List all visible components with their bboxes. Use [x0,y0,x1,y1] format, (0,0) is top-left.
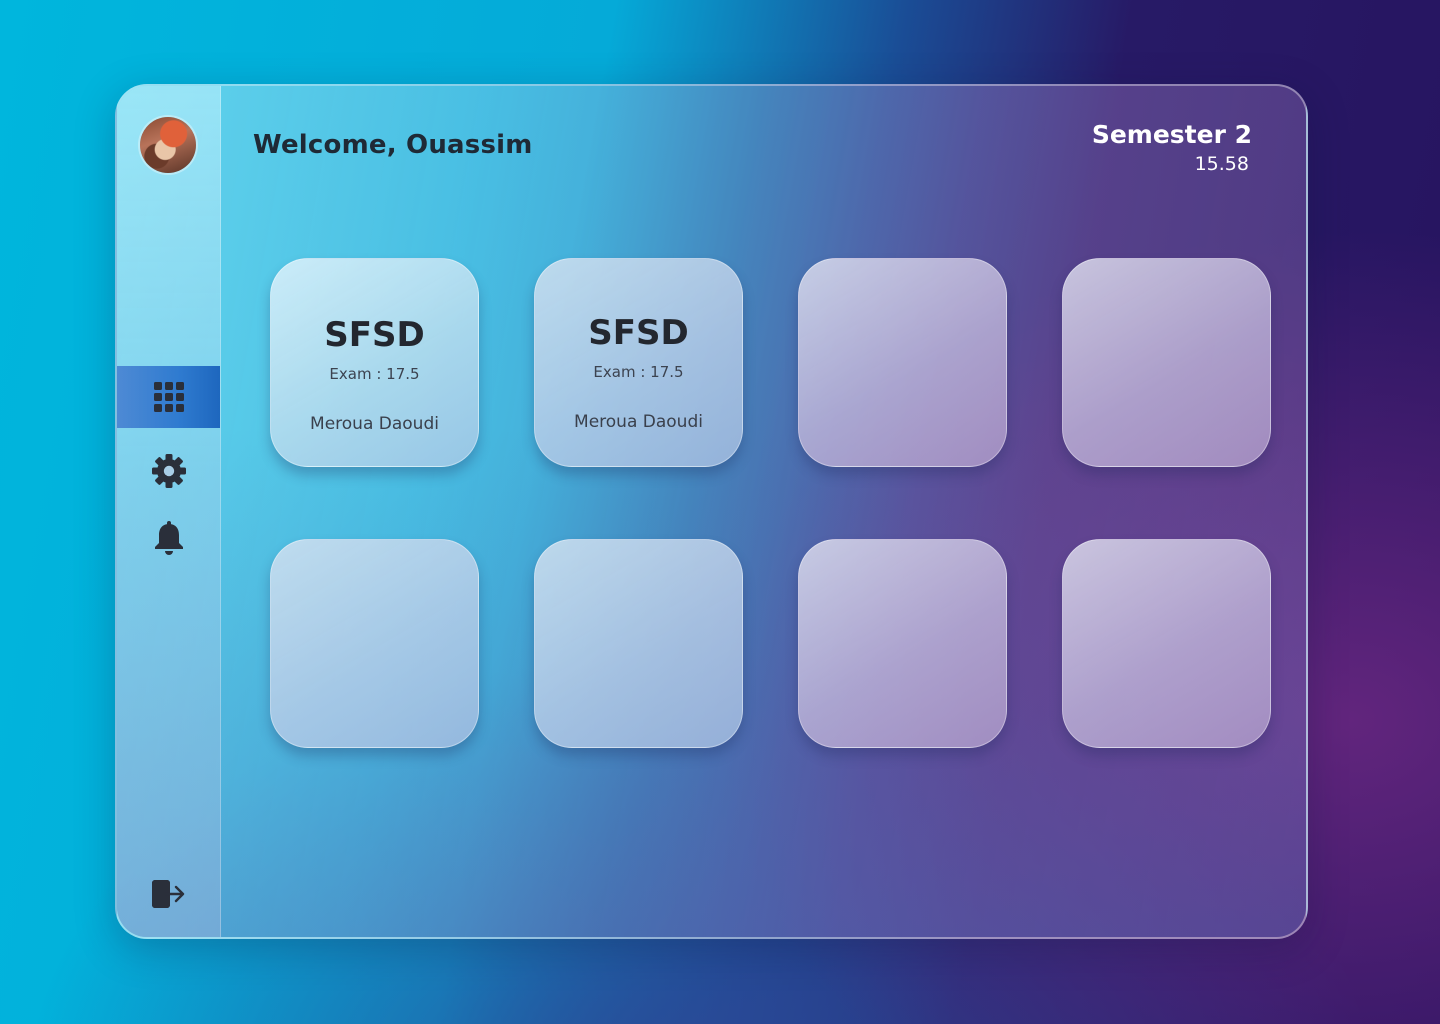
sidebar [117,86,221,937]
logout-button[interactable] [117,863,220,925]
semester-summary: Semester 2 15.58 [1092,120,1252,178]
page-title: Welcome, Ouassim [253,130,533,160]
course-card-empty[interactable] [798,258,1007,467]
course-title: SFSD [588,313,689,353]
sidebar-item-dashboard[interactable] [117,366,220,428]
course-exam-grade: Exam : 17.5 [329,365,420,383]
gear-icon [151,453,187,489]
course-title: SFSD [324,315,425,355]
sidebar-item-settings[interactable] [117,440,220,502]
semester-average: 15.58 [1194,153,1249,175]
course-card-empty[interactable] [1062,258,1271,467]
window-shade [117,86,1306,937]
course-card-empty[interactable] [798,539,1007,748]
course-card-empty[interactable] [1062,539,1271,748]
course-card-empty[interactable] [270,539,479,748]
semester-title: Semester 2 [1091,120,1252,149]
sidebar-item-notifications[interactable] [117,507,220,569]
course-teacher: Meroua Daoudi [310,414,439,434]
course-teacher: Meroua Daoudi [574,412,703,432]
course-card[interactable]: SFSD Exam : 17.5 Meroua Daoudi [534,258,743,467]
avatar[interactable] [140,117,196,173]
grid-icon [153,381,185,413]
course-card-empty[interactable] [534,539,743,748]
dashboard-window: Welcome, Ouassim Semester 2 15.58 SFSD E… [115,84,1308,939]
bell-icon [154,521,184,555]
course-exam-grade: Exam : 17.5 [593,363,684,381]
logout-icon [151,879,187,909]
course-card[interactable]: SFSD Exam : 17.5 Meroua Daoudi [270,258,479,467]
